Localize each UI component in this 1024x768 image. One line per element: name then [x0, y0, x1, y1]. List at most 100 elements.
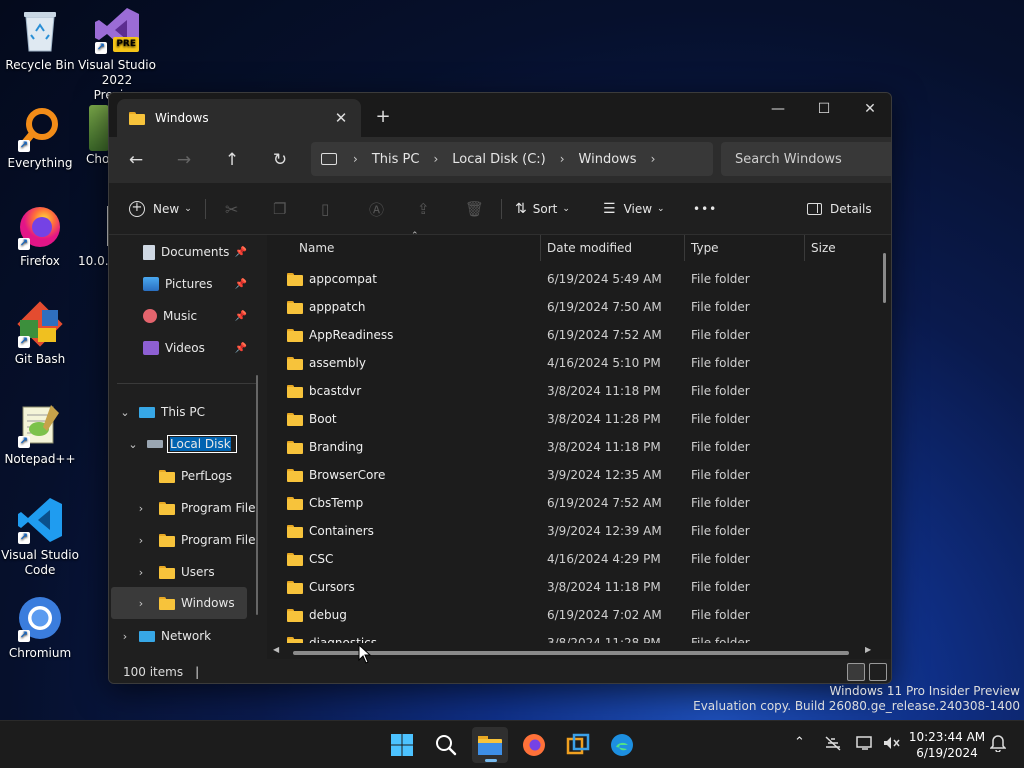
nav-item-documents[interactable]: Documents 📌 [143, 237, 247, 267]
file-row[interactable]: diagnostics 3/8/2024 11:28 PM File folder [267, 629, 867, 643]
file-row[interactable]: Containers 3/9/2024 12:39 AM File folder [267, 517, 867, 545]
desktop-icon-firefox[interactable]: ↗ Firefox [0, 202, 80, 269]
address-bar[interactable]: › This PC › Local Disk (C:) › Windows › [311, 142, 713, 176]
file-row[interactable]: BrowserCore 3/9/2024 12:35 AM File folder [267, 461, 867, 489]
watermark-line-1: Windows 11 Pro Insider Preview [829, 684, 1020, 698]
file-row[interactable]: CbsTemp 6/19/2024 7:52 AM File folder [267, 489, 867, 517]
pin-icon[interactable]: 📌 [235, 279, 247, 290]
file-list-vertical-scrollbar[interactable] [883, 253, 886, 303]
file-row[interactable]: CSC 4/16/2024 4:29 PM File folder [267, 545, 867, 573]
paste-button[interactable]: ▯ [321, 195, 329, 223]
nav-item-this-pc[interactable]: ⌄ This PC [117, 397, 257, 427]
cut-button[interactable]: ✂ [225, 195, 238, 223]
copy-button[interactable]: ❐ [273, 195, 286, 223]
desktop-icon-git-bash[interactable]: ↗ Git Bash [0, 300, 80, 367]
scroll-left-icon[interactable]: ◀ [273, 645, 279, 654]
desktop-icon-recycle-bin[interactable]: Recycle Bin [0, 6, 80, 73]
rename-field[interactable]: Local Disk [167, 435, 237, 453]
nav-item-windows[interactable]: › Windows [111, 587, 247, 619]
chevron-right-icon[interactable]: › [133, 566, 149, 579]
column-header-date-modified[interactable]: Date modified [541, 235, 685, 261]
network-tray-icon[interactable] [824, 735, 842, 755]
display-tray-icon[interactable] [856, 735, 874, 755]
nav-item-users[interactable]: › Users [133, 557, 257, 587]
file-row[interactable]: bcastdvr 3/8/2024 11:18 PM File folder [267, 377, 867, 405]
desktop-icon-vscode[interactable]: ↗ Visual Studio Code [0, 496, 80, 578]
nav-item-local-disk[interactable]: ⌄ Local Disk [125, 429, 257, 459]
volume-muted-tray-icon[interactable] [882, 735, 900, 755]
notification-bell-icon[interactable] [989, 734, 1007, 756]
taskbar-search-button[interactable] [428, 727, 464, 763]
chevron-right-icon[interactable]: › [117, 630, 133, 643]
column-header-name[interactable]: Name [293, 235, 541, 261]
more-options-button[interactable]: ••• [693, 195, 717, 223]
file-row[interactable]: apppatch 6/19/2024 7:50 AM File folder [267, 293, 867, 321]
column-header-size[interactable]: Size [805, 235, 885, 261]
desktop-icon-file[interactable]: 10.0. [78, 202, 117, 269]
pin-icon[interactable]: 📌 [235, 311, 247, 322]
nav-item-videos[interactable]: Videos 📌 [143, 333, 247, 363]
chevron-down-icon[interactable]: ⌄ [125, 438, 141, 451]
chevron-right-icon[interactable]: › [133, 502, 149, 515]
back-button[interactable]: ← [121, 145, 151, 175]
taskbar-file-explorer[interactable] [472, 727, 508, 763]
file-row[interactable]: Boot 3/8/2024 11:28 PM File folder [267, 405, 867, 433]
nav-item-perflogs[interactable]: PerfLogs [159, 461, 257, 491]
forward-button[interactable]: → [169, 145, 199, 175]
column-header-type[interactable]: Type [685, 235, 805, 261]
large-icons-view-toggle[interactable] [869, 663, 887, 681]
file-row[interactable]: assembly 4/16/2024 5:10 PM File folder [267, 349, 867, 377]
new-button[interactable]: + New ⌄ [129, 195, 192, 223]
desktop-icon-chromium[interactable]: ↗ Chromium [0, 594, 80, 661]
taskbar-firefox[interactable] [516, 727, 552, 763]
title-bar[interactable]: Windows ✕ + — ☐ ✕ [109, 93, 891, 137]
close-tab-button[interactable]: ✕ [331, 108, 351, 128]
nav-item-network[interactable]: › Network [117, 621, 257, 651]
nav-item-pictures[interactable]: Pictures 📌 [143, 269, 247, 299]
scrollbar-thumb[interactable] [293, 651, 849, 655]
chevron-right-icon[interactable]: › [133, 534, 149, 547]
details-view-toggle[interactable] [847, 663, 865, 681]
show-hidden-icons-button[interactable]: ⌃ [794, 735, 805, 750]
chevron-right-icon[interactable]: › [133, 597, 149, 610]
taskbar-edge[interactable] [604, 727, 640, 763]
tab-windows[interactable]: Windows ✕ [117, 99, 361, 137]
breadcrumb-windows[interactable]: Windows [579, 152, 637, 167]
rename-button[interactable]: Ⓐ [369, 195, 384, 223]
nav-item-program-files[interactable]: › Program File [133, 493, 257, 523]
file-row[interactable]: Branding 3/8/2024 11:18 PM File folder [267, 433, 867, 461]
nav-item-program-files-x86[interactable]: › Program File [133, 525, 257, 555]
sort-button[interactable]: ⇅ Sort ⌄ [515, 195, 570, 223]
desktop-icon-everything[interactable]: ↗ Everything [0, 104, 80, 171]
desktop-icon-chocolatey[interactable]: Cho [72, 104, 112, 167]
file-row[interactable]: debug 6/19/2024 7:02 AM File folder [267, 601, 867, 629]
file-row[interactable]: AppReadiness 6/19/2024 7:52 AM File folder [267, 321, 867, 349]
view-button[interactable]: ☰ View ⌄ [603, 195, 665, 223]
pin-icon[interactable]: 📌 [235, 343, 247, 354]
desktop-icon-notepad-plus-plus[interactable]: ↗ Notepad++ [0, 400, 80, 467]
search-input[interactable]: Search Windows [721, 142, 891, 176]
minimize-button[interactable]: — [755, 93, 801, 125]
details-pane-button[interactable]: Details [807, 195, 872, 223]
breadcrumb-this-pc[interactable]: This PC [372, 152, 420, 167]
delete-button[interactable]: 🗑 [465, 195, 484, 223]
chevron-down-icon[interactable]: ⌄ [117, 406, 133, 419]
file-row[interactable]: appcompat 6/19/2024 5:49 AM File folder [267, 265, 867, 293]
desktop-icon-visual-studio-preview[interactable]: PRE ↗ Visual Studio 2022 Preview [77, 6, 157, 103]
up-button[interactable]: ↑ [217, 145, 247, 175]
close-window-button[interactable]: ✕ [847, 93, 891, 125]
start-button[interactable] [384, 727, 420, 763]
nav-item-music[interactable]: Music 📌 [143, 301, 247, 331]
pin-icon[interactable]: 📌 [235, 247, 247, 258]
breadcrumb-local-disk[interactable]: Local Disk (C:) [452, 152, 545, 167]
taskbar-clock[interactable]: 10:23:44 AM 6/19/2024 [906, 729, 988, 761]
nav-pane-scrollbar[interactable] [256, 375, 258, 615]
new-tab-button[interactable]: + [371, 105, 395, 129]
maximize-button[interactable]: ☐ [801, 93, 847, 125]
file-row[interactable]: Cursors 3/8/2024 11:18 PM File folder [267, 573, 867, 601]
chevron-right-icon[interactable]: › [651, 152, 656, 166]
refresh-button[interactable]: ↻ [265, 145, 295, 175]
scroll-right-icon[interactable]: ▶ [865, 645, 871, 654]
taskbar-app[interactable] [560, 727, 596, 763]
share-button[interactable]: ⇪ [417, 195, 430, 223]
